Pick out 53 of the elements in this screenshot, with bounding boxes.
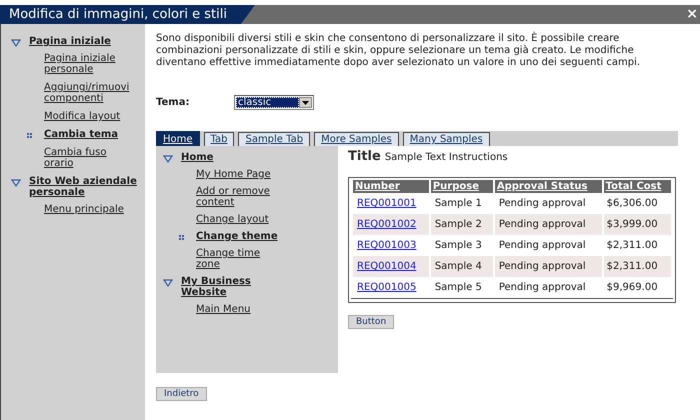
tab[interactable]: Home [156, 131, 200, 146]
expand-triangle-icon[interactable] [163, 155, 173, 163]
caret-icon [302, 100, 309, 104]
table-cell-text: $9,969.00 [606, 281, 659, 295]
table-cell-text: $2,311.00 [606, 239, 659, 253]
request-link[interactable]: REQ001005 [357, 282, 416, 293]
back-button[interactable]: Indietro [156, 387, 207, 401]
sidebar-group-link[interactable]: Pagina iniziale [29, 36, 111, 47]
nav-item[interactable]: Add or remove content [196, 186, 281, 208]
sidebar-item[interactable]: Cambia fuso orario [44, 147, 134, 169]
sample-button[interactable]: Button [348, 315, 394, 329]
expand-triangle-icon[interactable] [11, 179, 21, 187]
table-cell: Sample 2 [430, 214, 493, 235]
nav-item[interactable]: Change theme [196, 231, 278, 242]
expand-triangle-icon[interactable] [11, 39, 21, 47]
expand-triangle-icon[interactable] [163, 279, 173, 287]
nav-item[interactable]: Change time zone [196, 248, 281, 270]
table-cell: Pending approval [494, 214, 602, 235]
sidebar-item[interactable]: Cambia tema [44, 129, 118, 140]
nav-item[interactable]: Change layout [196, 214, 269, 225]
sidebar-group-link[interactable]: Sito Web aziendale personale [29, 176, 139, 198]
table-cell: $2,311.00 [604, 256, 671, 277]
nav-item[interactable]: My Home Page [196, 169, 271, 180]
nav-group-link[interactable]: My Business Website [181, 276, 256, 298]
table-cell-text: Sample 5 [434, 281, 483, 295]
sidebar-item[interactable]: Aggiungi/rimuovi componenti [44, 82, 134, 104]
table-cell: Sample 4 [430, 256, 493, 277]
table-cell-text: Sample 3 [434, 239, 483, 253]
tab[interactable]: More Samples [314, 132, 399, 146]
close-button[interactable]: × [684, 5, 700, 24]
tab[interactable]: Many Samples [402, 132, 490, 146]
theme-dropdown[interactable]: classic [234, 95, 314, 110]
table-cell: $3,999.00 [604, 214, 671, 235]
sidebar-item[interactable]: Menu principale [44, 204, 124, 215]
tab[interactable]: Sample Tab [238, 132, 310, 146]
table-cell-text: Pending approval [498, 281, 587, 295]
theme-label: Tema: [156, 97, 190, 108]
sidebar-item[interactable]: Modifica layout [44, 111, 120, 122]
table-cell-text: Sample 1 [434, 197, 483, 211]
table-cell-text: Pending approval [498, 197, 587, 211]
window-title: Modifica di immagini, colori e stili [0, 5, 255, 24]
nav-group-link[interactable]: Home [181, 152, 214, 163]
table-cell: Pending approval [494, 256, 602, 277]
instructions-text: Sample Text Instructions [384, 152, 508, 163]
table-cell-text: $6,306.00 [606, 197, 659, 211]
request-link[interactable]: REQ001001 [357, 198, 416, 209]
sidebar-item[interactable]: Pagina iniziale personale [44, 53, 134, 75]
nav-item[interactable]: Main Menu [196, 304, 251, 315]
request-link[interactable]: REQ001003 [357, 240, 416, 251]
table-cell-text: Pending approval [498, 239, 587, 253]
description-text: Sono disponibili diversi stili e skin che consentono di personalizzare il sito. È possibile creare combinazioni personalizzate di stili e skin, oppure selezionare un tema già creato. Le modifiche diventano effettive immediatamente dopo aver selezionato un valore in uno dei seguenti campi. [156, 33, 642, 69]
section-title: Title [348, 149, 381, 164]
tab[interactable]: Tab [204, 132, 234, 146]
